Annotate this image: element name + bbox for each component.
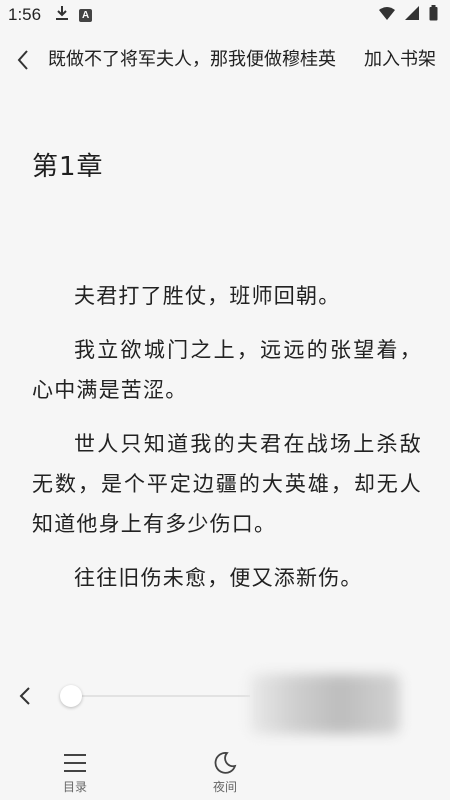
- paragraph: 往往旧伤未愈，便又添新伤。: [74, 566, 363, 590]
- blurred-region: [250, 674, 400, 734]
- book-title: 既做不了将军夫人，那我便做穆桂英: [48, 49, 336, 70]
- chevron-left-icon: [17, 50, 28, 70]
- add-to-shelf-button[interactable]: 加入书架: [364, 46, 436, 74]
- download-icon: [55, 5, 69, 26]
- previous-chapter-button[interactable]: [10, 676, 40, 716]
- paragraph: 我立欲城门之上，远远的张望着，心中满是苦涩。: [32, 338, 422, 402]
- chapter-content: 夫君打了胜仗，班师回朝。 我立欲城门之上，远远的张望着，心中满是苦涩。 世人只知…: [32, 276, 422, 612]
- tab-catalog-label: 目录: [62, 780, 87, 794]
- cellular-icon: [405, 5, 419, 25]
- progress-slider-knob[interactable]: [60, 685, 82, 707]
- battery-icon: [429, 4, 438, 26]
- paragraph: 世人只知道我的夫君在战场上杀敌无数，是个平定边疆的大英雄，却无人知道他身上有多少…: [32, 432, 422, 536]
- moon-icon: [214, 752, 237, 774]
- back-button[interactable]: [0, 38, 46, 82]
- tab-night-mode[interactable]: 夜间: [195, 750, 255, 794]
- chevron-left-icon: [19, 687, 30, 705]
- paragraph: 夫君打了胜仗，班师回朝。: [74, 284, 341, 308]
- tab-night-label: 夜间: [212, 780, 237, 794]
- chapter-title: 第1章: [32, 152, 104, 182]
- reader-bottom-panel: 目录 夜间: [0, 664, 450, 800]
- reader-top-bar: 既做不了将军夫人，那我便做穆桂英 加入书架: [0, 38, 450, 82]
- status-bar: 1:56 A: [0, 0, 450, 30]
- list-icon: [64, 754, 86, 772]
- status-time: 1:56: [8, 5, 42, 24]
- progress-slider-track[interactable]: [70, 695, 250, 697]
- app-notification-icon: A: [79, 8, 93, 22]
- signal-icon: [379, 5, 395, 25]
- tab-catalog[interactable]: 目录: [45, 750, 105, 794]
